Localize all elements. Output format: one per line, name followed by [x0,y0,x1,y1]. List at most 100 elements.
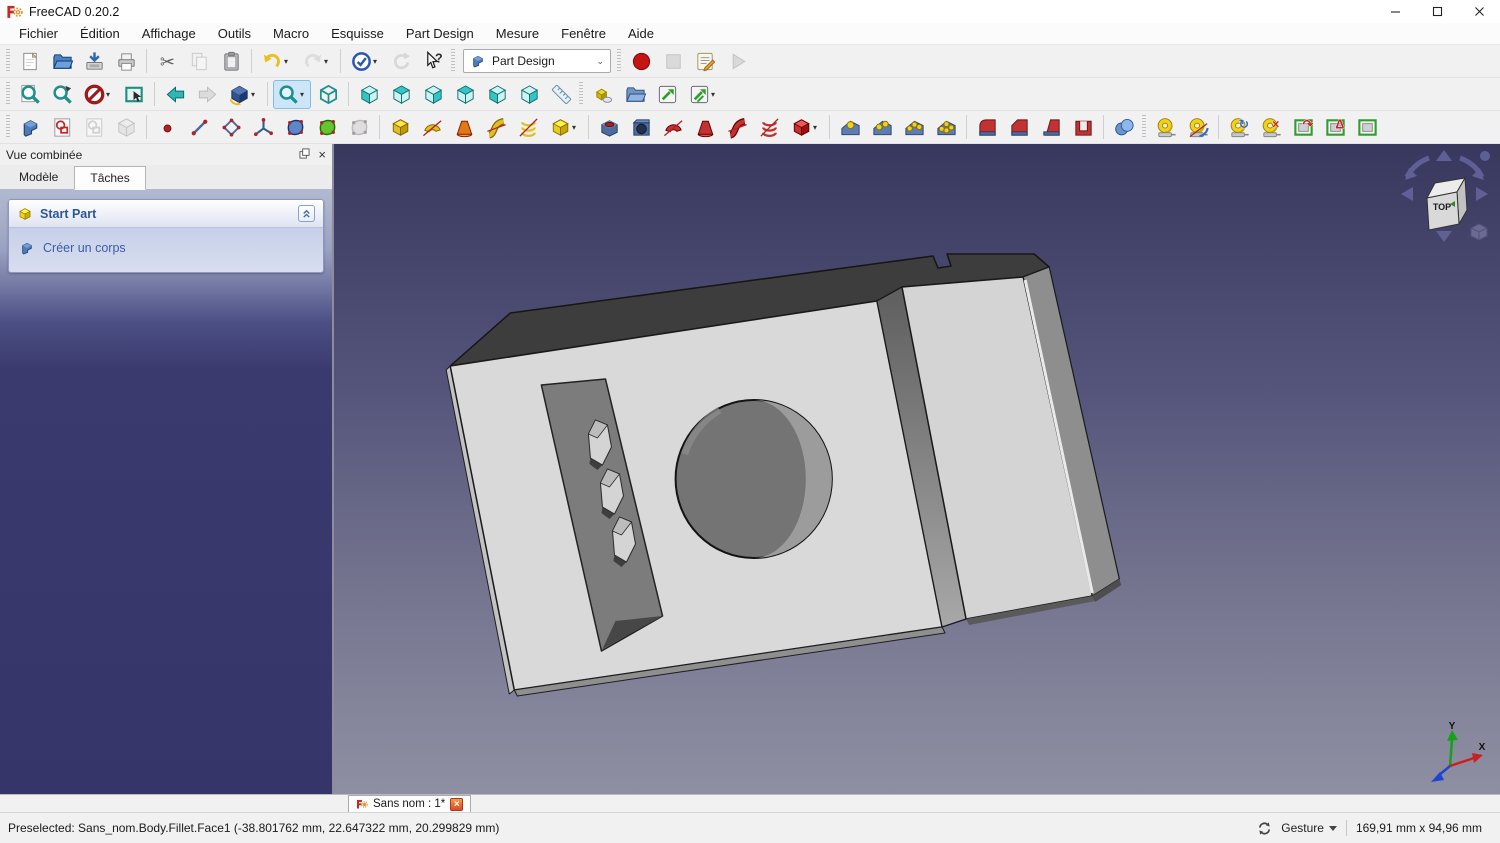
create-sketch-icon[interactable] [47,113,77,142]
menu-item[interactable]: Affichage [131,24,207,43]
subtractive-primitive-icon[interactable]: ▾ [786,113,824,142]
toolbar-grip[interactable] [451,49,455,73]
undo-icon[interactable]: ▾ [257,47,295,76]
mirrored-icon[interactable] [835,113,865,142]
boolean-operation-icon[interactable] [1109,113,1139,142]
toolbar-grip[interactable] [617,49,621,73]
refresh-icon[interactable] [386,47,416,76]
view-front-icon[interactable] [354,80,384,109]
navigation-cube[interactable]: TOP [1397,146,1492,246]
nav-back-icon[interactable] [160,80,190,109]
create-body-icon[interactable] [15,113,45,142]
copy-icon[interactable] [184,47,214,76]
open-document-icon[interactable] [47,47,77,76]
menu-item[interactable]: Esquisse [320,24,395,43]
nav-style-selector[interactable]: Gesture [1281,821,1337,835]
fit-all-icon[interactable] [15,80,45,109]
redo-icon[interactable]: ▾ [297,47,335,76]
toggle-dimension-overlay-icon[interactable] [1352,113,1382,142]
workbench-selector[interactable]: Part Design ⌄ [463,49,611,73]
measure-angular-icon[interactable] [1183,113,1213,142]
menu-item[interactable]: Aide [617,24,665,43]
clone-icon[interactable] [344,113,374,142]
groove-icon[interactable] [658,113,688,142]
print-icon[interactable] [111,47,141,76]
shape-binder-icon[interactable] [280,113,310,142]
menu-item[interactable]: Outils [207,24,262,43]
measure-clear-all-icon[interactable]: × [1256,113,1286,142]
save-document-icon[interactable] [79,47,109,76]
macro-edit-icon[interactable] [690,47,720,76]
draw-style-icon[interactable]: ▾ [79,80,117,109]
pocket-icon[interactable] [594,113,624,142]
fillet-icon[interactable] [972,113,1002,142]
check-circle-icon[interactable]: ▾ [346,47,384,76]
additive-pipe-icon[interactable] [481,113,511,142]
close-button[interactable] [1458,0,1500,23]
make-link-icon[interactable] [652,80,682,109]
tab-taches[interactable]: Tâches [74,166,146,190]
create-part-icon[interactable] [588,80,618,109]
linear-pattern-icon[interactable] [867,113,897,142]
polar-pattern-icon[interactable] [899,113,929,142]
revolution-icon[interactable] [417,113,447,142]
collapse-section-button[interactable] [298,205,315,222]
pad-icon[interactable] [385,113,415,142]
menu-item[interactable]: Part Design [395,24,485,43]
view-left-icon[interactable] [514,80,544,109]
fit-selection-icon[interactable] [47,80,77,109]
create-group-icon[interactable] [620,80,650,109]
title-bar[interactable]: FreeCAD 0.20.2 [0,0,1500,23]
subtractive-helix-icon[interactable] [754,113,784,142]
view-right-icon[interactable] [418,80,448,109]
toolbar-grip[interactable] [579,82,583,106]
measure-linear-icon[interactable] [1151,113,1181,142]
toggle-measurements-3d-icon[interactable]: ↷ [1288,113,1318,142]
chamfer-icon[interactable] [1004,113,1034,142]
map-sketch-icon[interactable] [111,113,141,142]
float-panel-icon[interactable] [299,147,310,162]
start-part-header[interactable]: Start Part [9,200,323,228]
document-tab[interactable]: Sans nom : 1* × [348,795,472,812]
toggle-measurements-delta-icon[interactable]: Δ [1320,113,1350,142]
hole-icon[interactable] [626,113,656,142]
maximize-button[interactable] [1416,0,1458,23]
multi-transform-icon[interactable] [931,113,961,142]
additive-loft-icon[interactable] [449,113,479,142]
close-document-icon[interactable]: × [450,797,464,811]
datum-line-icon[interactable] [184,113,214,142]
view-rear-icon[interactable] [450,80,480,109]
create-body-action[interactable]: Créer un corps [19,240,313,256]
menu-item[interactable]: Mesure [485,24,550,43]
menu-item[interactable]: Fenêtre [550,24,617,43]
subtractive-pipe-icon[interactable] [722,113,752,142]
sub-object-shape-binder-icon[interactable] [312,113,342,142]
zoom-icon[interactable]: ▾ [273,79,311,109]
toolbar-grip[interactable] [6,115,10,139]
dock-header[interactable]: Vue combinée × [0,144,332,165]
close-panel-icon[interactable]: × [318,148,326,161]
tab-modele[interactable]: Modèle [3,165,74,189]
menu-item[interactable]: Macro [262,24,320,43]
measure-distance-icon[interactable] [546,80,576,109]
thickness-icon[interactable] [1068,113,1098,142]
macro-play-icon[interactable] [722,47,752,76]
menu-item[interactable]: Édition [69,24,131,43]
new-document-icon[interactable] [15,47,45,76]
additive-primitive-icon[interactable]: ▾ [545,113,583,142]
edit-sketch-icon[interactable] [79,113,109,142]
nav-forward-icon[interactable] [192,80,222,109]
viewport-3d[interactable]: TOP Y X [334,144,1500,794]
make-link-group-icon[interactable]: ▾ [684,80,722,109]
measure-refresh-icon[interactable]: ↻ [1224,113,1254,142]
local-coordinate-system-icon[interactable] [248,113,278,142]
axonometric-view-icon[interactable] [313,80,343,109]
toolbar-grip[interactable] [6,82,10,106]
toolbar-grip[interactable] [6,49,10,73]
additive-helix-icon[interactable] [513,113,543,142]
view-top-icon[interactable] [386,80,416,109]
minimize-button[interactable] [1374,0,1416,23]
macro-stop-icon[interactable] [658,47,688,76]
box-selection-icon[interactable] [119,80,149,109]
macro-record-icon[interactable] [626,47,656,76]
